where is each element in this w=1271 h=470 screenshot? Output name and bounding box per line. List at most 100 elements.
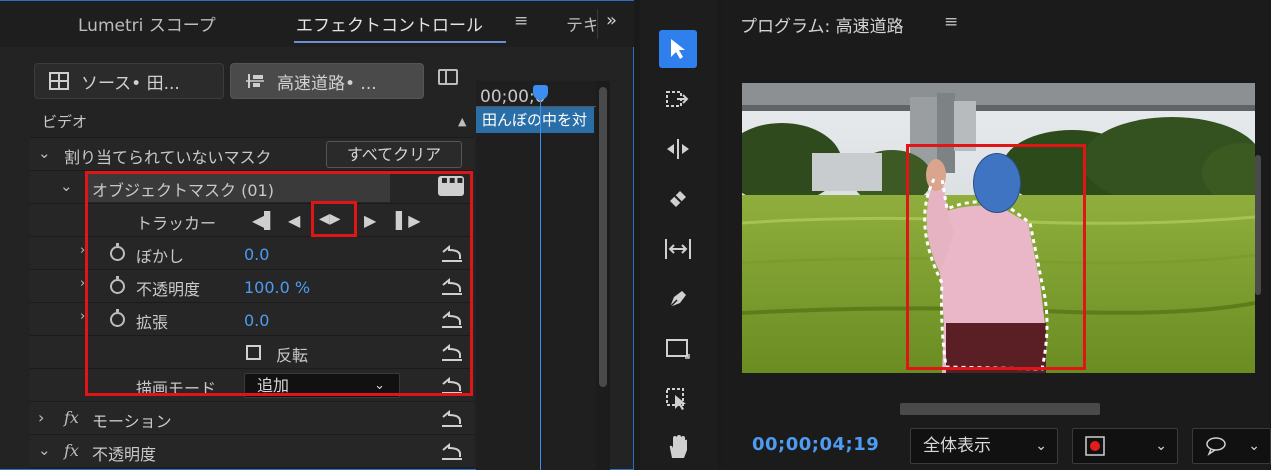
stopwatch-icon[interactable] [110,276,125,294]
chevron-right-icon[interactable]: › [38,408,44,427]
playhead-handle[interactable] [533,85,548,100]
opacity-effect-row: ⌄ fx 不透明度 [30,435,474,468]
playhead-timecode[interactable]: 00;00;04;19 [752,434,879,455]
reset-icon[interactable] [440,377,464,395]
mask-overlay-icon[interactable] [438,175,464,196]
tab-effect-controls[interactable]: エフェクトコントロール [296,11,483,36]
clear-all-button[interactable]: すべてクリア [326,141,462,168]
track-forward-one-icon[interactable]: ▶ [364,211,376,230]
tab-overflow-icon[interactable]: » [606,10,617,31]
mask-expansion-row: › 拡張 0.0 [30,303,474,336]
reset-icon[interactable] [440,311,464,329]
reset-icon[interactable] [440,245,464,263]
motion-label: モーション [92,412,172,431]
highlight-box-tracked-subject [906,144,1086,370]
fx-icon[interactable]: fx [64,408,79,427]
mask-expansion-value[interactable]: 0.0 [244,311,269,330]
chevron-down-icon: ⌄ [1248,438,1260,454]
effect-controls-scrollbar[interactable] [596,81,610,470]
unassigned-mask-row: ⌄ 割り当てられていないマスク すべてクリア [30,138,474,171]
type-select-tool-icon[interactable] [659,380,697,418]
program-monitor-title[interactable]: プログラム: 高速道路 [740,12,904,37]
mask-opacity-label: 不透明度 [136,280,201,299]
tracker-label: トラッカー [136,214,217,233]
panel-menu-icon[interactable]: ≡ [944,12,958,32]
feather-value[interactable]: 0.0 [244,245,269,264]
fx-icon[interactable]: fx [64,441,79,460]
video-frame[interactable] [742,83,1255,373]
object-mask-row: ⌄ オブジェクトマスク (01) [30,171,474,204]
reset-icon[interactable] [440,278,464,296]
chevron-down-icon: ⌄ [1035,438,1047,454]
video-section-label: ビデオ [42,113,88,131]
reset-icon[interactable] [440,344,464,362]
playback-resolution-select[interactable]: ⌄ [1072,428,1178,464]
hand-tool-icon[interactable] [659,428,697,466]
vertical-scrollbar[interactable] [1255,155,1261,295]
tab-text[interactable]: テキ [566,11,596,36]
chevron-down-icon: ⌄ [1155,438,1167,454]
timeline-clip[interactable]: 田んぼの中を対 [476,107,594,133]
chevron-down-icon[interactable]: ⌄ [38,441,51,459]
source-clip-label: ソース• 田... [81,73,180,94]
pen-tool-icon[interactable] [659,280,697,318]
sequence-icon [245,72,265,90]
sequence-clip-button[interactable]: 高速道路• ... [230,63,424,99]
mask-expansion-label: 拡張 [136,313,169,332]
selection-tool-icon[interactable] [659,30,697,68]
playhead-line [540,89,541,470]
sequence-clip-label: 高速道路• ... [277,73,377,94]
blend-mode-row: 描画モード 追加 ⌄ [30,369,474,402]
rectangle-tool-icon[interactable] [659,330,697,368]
chevron-right-icon[interactable]: › [80,276,85,291]
track-both-directions-icon[interactable]: ◀▶ [319,211,341,227]
stopwatch-icon[interactable] [110,309,125,327]
toggle-timeline-icon[interactable] [438,69,458,85]
active-tab-indicator [294,41,506,43]
razor-tool-icon[interactable] [659,180,697,218]
tracker-row: トラッカー ◀▌ ◀ ◀▶ ▶ ▌▶ [30,204,474,237]
mask-opacity-row: › 不透明度 100.0 % [30,270,474,303]
ripple-edit-tool-icon[interactable] [659,130,697,168]
tools-panel [640,0,718,470]
opacity-label: 不透明度 [92,445,157,464]
source-clip-button[interactable]: ソース• 田... [34,63,224,99]
reset-icon[interactable] [440,410,464,428]
effect-controls-panel: Lumetri スコープ エフェクトコントロール ≡ テキ » ソース• 田..… [0,0,634,470]
track-backward-one-icon[interactable]: ◀ [288,211,300,230]
scrollbar-thumb[interactable] [599,87,607,387]
track-forward-all-icon[interactable]: ▌▶ [396,211,421,230]
record-icon [1085,436,1105,456]
program-monitor: プログラム: 高速道路 ≡ 00;00;04;19 全体表示 ⌄ ⌄ ⌄ [722,0,1271,470]
track-backward-all-icon[interactable]: ◀▌ [252,211,277,230]
chevron-down-icon[interactable]: ⌄ [60,177,73,195]
chevron-right-icon[interactable]: › [80,309,85,324]
video-section-header: ビデオ ▲ [30,105,474,138]
collapse-up-icon[interactable]: ▲ [458,115,466,128]
zoom-level-select[interactable]: 全体表示 ⌄ [910,428,1058,464]
chevron-down-icon[interactable]: ⌄ [38,144,51,162]
invert-label: 反転 [276,346,309,365]
reset-icon[interactable] [440,443,464,461]
slip-tool-icon[interactable] [659,230,697,268]
invert-checkbox[interactable] [246,345,261,360]
tab-lumetri-scopes[interactable]: Lumetri スコープ [78,11,216,36]
panel-menu-icon[interactable]: ≡ [514,11,528,31]
unassigned-mask-label: 割り当てられていないマスク [64,148,272,167]
speech-bubble-icon [1206,437,1226,456]
comment-select[interactable]: ⌄ [1192,428,1271,464]
chevron-down-icon: ⌄ [374,378,385,393]
blend-mode-label: 描画モード [136,379,217,398]
effect-timeline[interactable]: 00;00;0 田んぼの中を対 [476,81,596,470]
horizontal-scrollbar[interactable] [900,403,1100,415]
invert-row: 反転 [30,336,474,369]
zoom-level-value: 全体表示 [923,436,991,456]
object-mask-label: オブジェクトマスク (01) [92,181,274,200]
clip-selector-row: ソース• 田... 高速道路• ... [30,59,474,105]
mask-opacity-value[interactable]: 100.0 % [244,278,310,297]
track-select-tool-icon[interactable] [659,80,697,118]
chevron-right-icon[interactable]: › [80,243,85,258]
motion-effect-row: › fx モーション [30,402,474,435]
stopwatch-icon[interactable] [110,243,125,261]
blend-mode-select[interactable]: 追加 ⌄ [244,373,400,398]
